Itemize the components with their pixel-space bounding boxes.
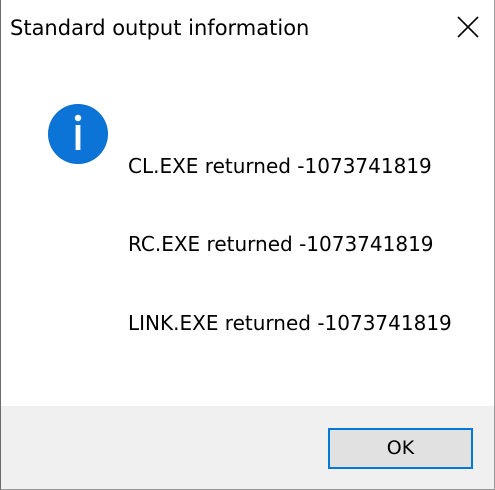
title-bar[interactable]: Standard output information [1,0,494,62]
close-icon [457,16,479,38]
dialog-title: Standard output information [10,16,310,40]
ok-button[interactable]: OK [328,428,473,469]
message-line-cl: CL.EXE returned -1073741819 [128,154,432,178]
message-dialog: Standard output information CL.EXE retur… [0,0,495,490]
info-icon [47,103,109,165]
button-bar: OK [1,406,494,489]
close-button[interactable] [444,0,494,56]
message-line-rc: RC.EXE returned -1073741819 [128,232,434,256]
message-line-link: LINK.EXE returned -1073741819 [128,311,452,335]
